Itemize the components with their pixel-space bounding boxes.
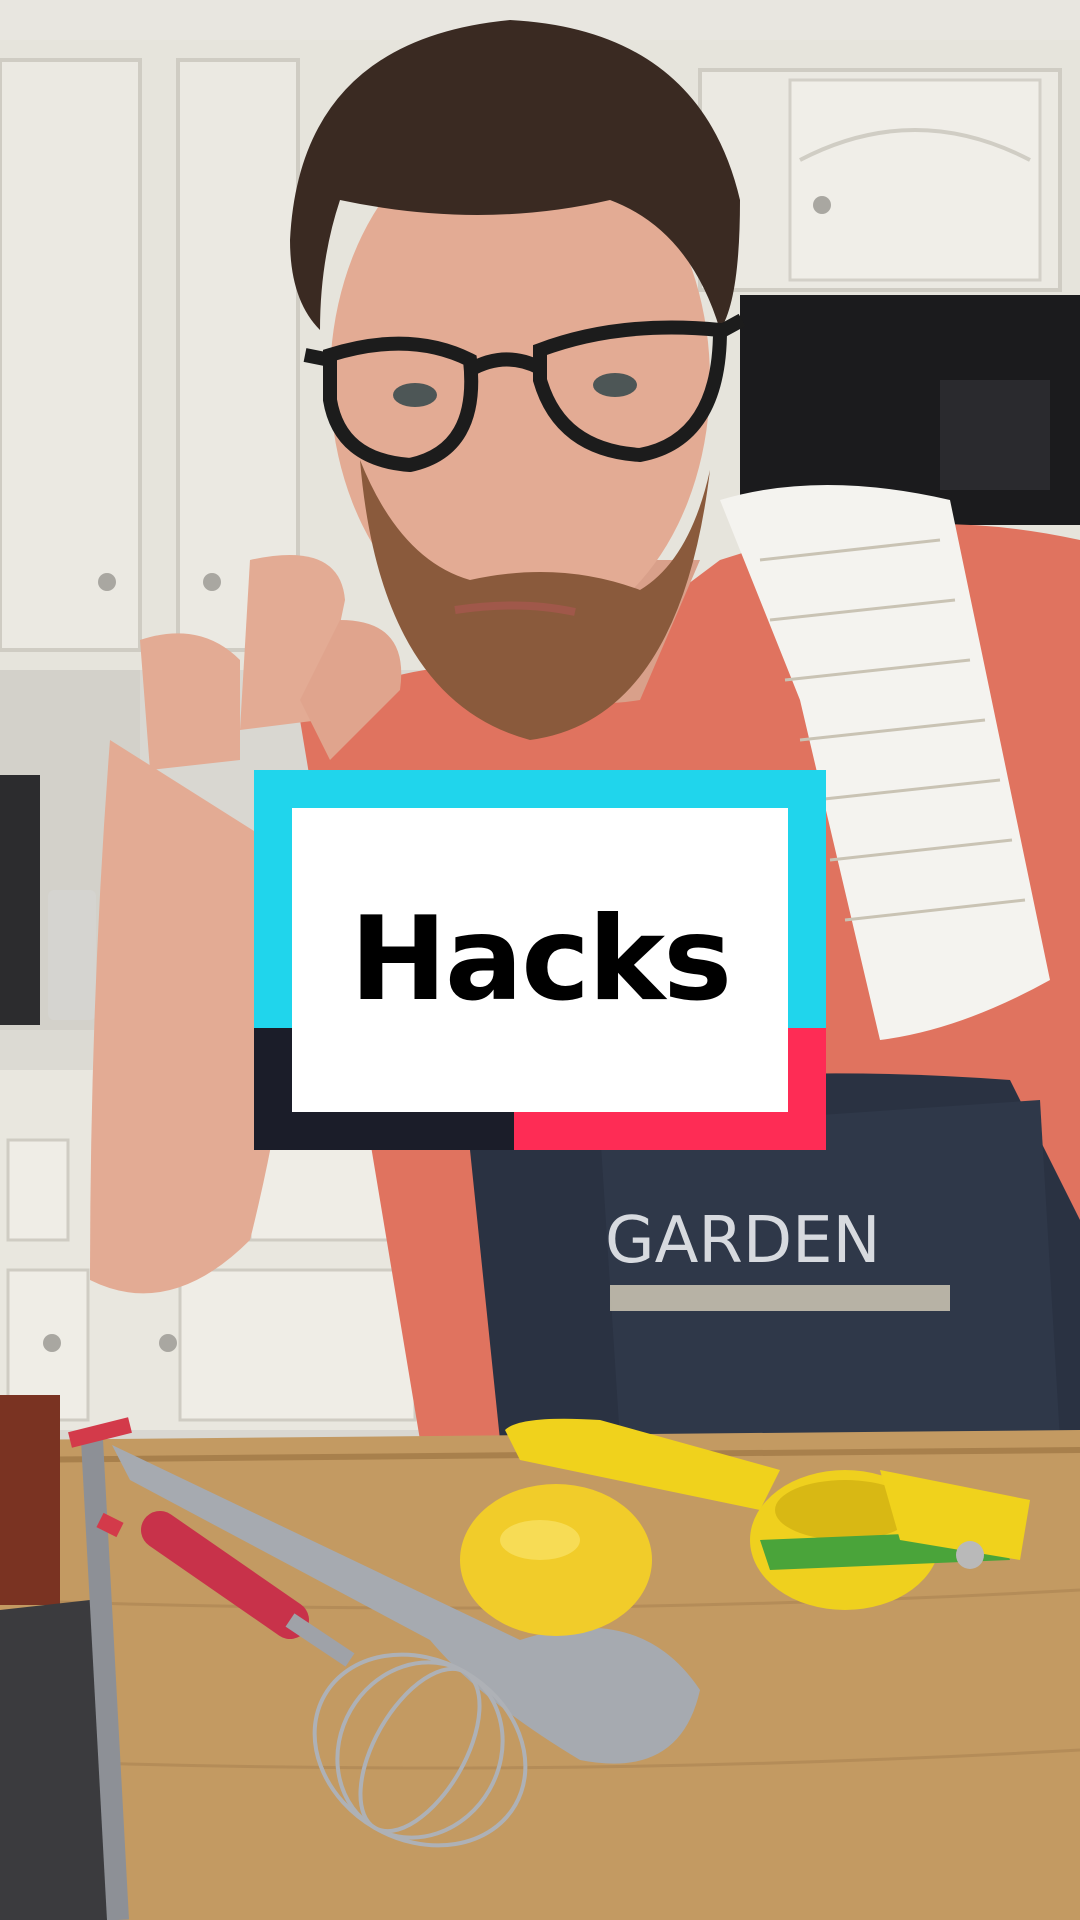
card-inner: Hacks (292, 808, 788, 1112)
video-frame: GARDEN Hacks (0, 0, 1080, 1920)
title-card: Hacks (254, 770, 826, 1150)
overlay-title: Hacks (349, 892, 732, 1027)
apron-print: GARDEN (605, 1204, 880, 1278)
lemon (460, 1484, 652, 1636)
